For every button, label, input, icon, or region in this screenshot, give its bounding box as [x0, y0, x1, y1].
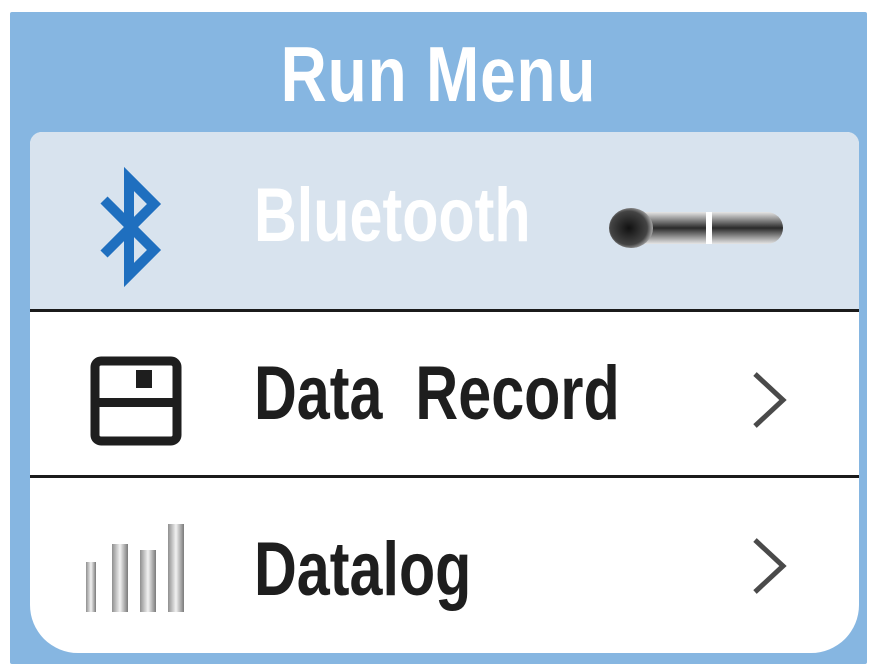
bar-chart-icon [82, 504, 192, 619]
run-menu-screen: Run Menu Bluetooth Data Record Datalog [10, 12, 867, 664]
floppy-disk-icon [90, 356, 182, 451]
menu-item-label: Data Record [254, 351, 620, 436]
chevron-right-icon [749, 370, 789, 430]
menu-item-bluetooth[interactable]: Bluetooth [30, 132, 859, 310]
page-title: Run Menu [280, 30, 597, 118]
bluetooth-icon [96, 162, 166, 297]
menu-list: Bluetooth Data Record Datalog [30, 132, 859, 653]
chevron-right-icon [749, 536, 789, 596]
menu-item-datalog[interactable]: Datalog [30, 478, 859, 653]
menu-item-data-record[interactable]: Data Record [30, 312, 859, 480]
bluetooth-toggle[interactable] [605, 206, 785, 250]
menu-item-label: Bluetooth [254, 173, 531, 258]
menu-item-label: Datalog [254, 527, 472, 612]
